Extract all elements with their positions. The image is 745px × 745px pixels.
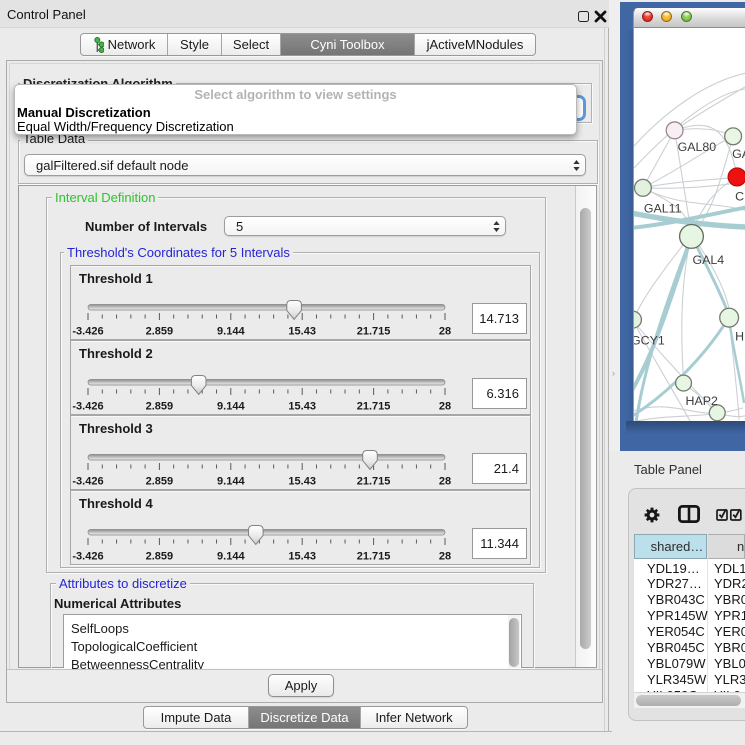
svg-text:2.859: 2.859 <box>146 326 174 338</box>
svg-text:2.859: 2.859 <box>146 476 174 488</box>
svg-text:9.144: 9.144 <box>217 326 245 338</box>
svg-text:15.43: 15.43 <box>288 326 316 338</box>
svg-text:28: 28 <box>439 551 451 563</box>
svg-text:28: 28 <box>439 401 451 413</box>
svg-text:GAL80: GAL80 <box>678 140 717 154</box>
svg-text:9.144: 9.144 <box>217 476 245 488</box>
svg-text:C: C <box>735 190 744 204</box>
svg-text:9.144: 9.144 <box>217 401 245 413</box>
svg-text:2.859: 2.859 <box>146 401 174 413</box>
svg-text:15.43: 15.43 <box>288 551 316 563</box>
svg-text:21.715: 21.715 <box>357 476 391 488</box>
svg-text:GAL4: GAL4 <box>692 253 724 267</box>
svg-text:GCY1: GCY1 <box>633 333 665 347</box>
svg-text:-3.426: -3.426 <box>72 401 103 413</box>
svg-text:21.715: 21.715 <box>357 401 391 413</box>
svg-text:28: 28 <box>439 326 451 338</box>
svg-text:21.715: 21.715 <box>357 551 391 563</box>
svg-text:HAP2: HAP2 <box>686 394 718 408</box>
svg-text:H: H <box>735 329 744 343</box>
svg-text:15.43: 15.43 <box>288 401 316 413</box>
svg-text:GAL11: GAL11 <box>644 202 682 216</box>
svg-text:-3.426: -3.426 <box>72 551 103 563</box>
svg-text:9.144: 9.144 <box>217 551 245 563</box>
svg-text:-3.426: -3.426 <box>72 476 103 488</box>
svg-text:GA: GA <box>732 147 745 161</box>
svg-text:2.859: 2.859 <box>146 551 174 563</box>
svg-text:28: 28 <box>439 476 451 488</box>
svg-text:15.43: 15.43 <box>288 476 316 488</box>
svg-text:21.715: 21.715 <box>357 326 391 338</box>
svg-text:-3.426: -3.426 <box>72 326 103 338</box>
